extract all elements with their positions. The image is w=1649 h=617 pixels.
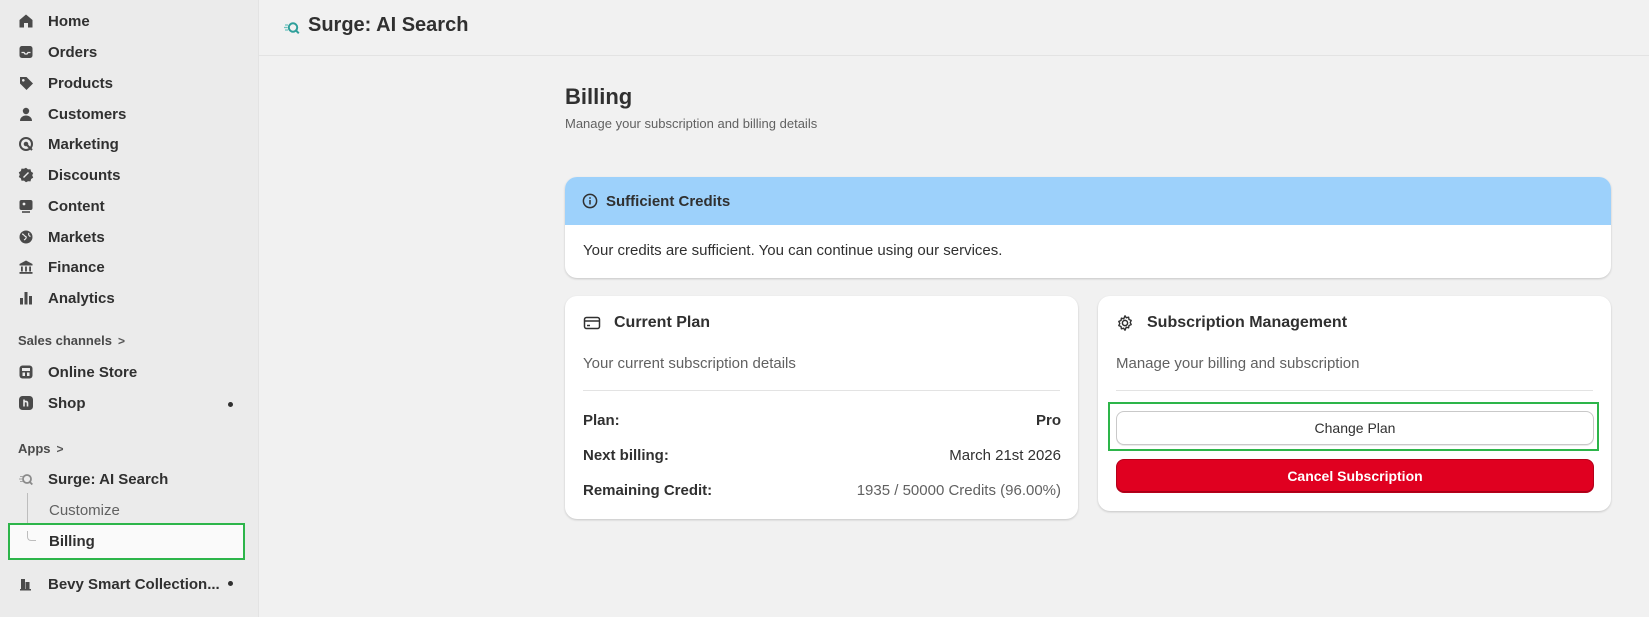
sidebar-subitem-billing[interactable]: Billing	[49, 533, 95, 550]
credit-card-icon	[583, 314, 601, 332]
bar-chart-icon	[18, 290, 34, 306]
row-value: 1935 / 50000 Credits (96.00%)	[856, 482, 1061, 499]
sidebar-item-label: Online Store	[48, 363, 138, 381]
apps-label: Apps	[18, 441, 51, 456]
globe-icon	[18, 229, 34, 245]
apps-link[interactable]: Apps >	[18, 441, 64, 456]
cancel-subscription-button[interactable]: Cancel Subscription	[1116, 459, 1594, 493]
bevy-app-icon	[18, 576, 34, 592]
shop-pin-dot	[228, 402, 233, 407]
row-label: Remaining Credit:	[583, 482, 713, 499]
sidebar-item-label: Finance	[48, 258, 105, 276]
sidebar-item-label: Orders	[48, 43, 98, 61]
sidebar-item-label: Surge: AI Search	[48, 470, 169, 488]
credits-banner: Sufficient Credits Your credits are suff…	[565, 177, 1611, 278]
shop-icon	[18, 395, 34, 411]
store-icon	[18, 364, 34, 380]
divider	[1116, 390, 1593, 391]
sales-channels-link[interactable]: Sales channels >	[18, 333, 125, 348]
sidebar-item-finance[interactable]: Finance	[18, 254, 105, 280]
sidebar-item-label: Markets	[48, 228, 105, 246]
billing-highlight	[8, 523, 245, 560]
subscription-description: Manage your billing and subscription	[1116, 355, 1360, 372]
app-header: Surge: AI Search	[259, 0, 1649, 56]
image-icon	[18, 198, 34, 214]
sidebar-item-marketing[interactable]: Marketing	[18, 131, 119, 157]
sidebar-item-label: Shop	[48, 394, 86, 412]
sidebar-item-label: Customers	[48, 105, 127, 123]
row-label: Plan:	[583, 412, 620, 429]
sidebar-item-markets[interactable]: Markets	[18, 224, 105, 250]
surge-app-icon	[18, 471, 34, 487]
sidebar: Home Orders Products Customers Marketing…	[0, 0, 259, 617]
app-title: Surge: AI Search	[308, 14, 469, 36]
remaining-credit-row: Remaining Credit: 1935 / 50000 Credits (…	[583, 482, 1061, 499]
page-subtitle: Manage your subscription and billing det…	[565, 116, 818, 131]
sidebar-item-label: Bevy Smart Collection...	[48, 575, 220, 593]
next-billing-row: Next billing: March 21st 2026	[583, 447, 1061, 464]
sidebar-subitem-customize[interactable]: Customize	[49, 502, 120, 519]
sidebar-item-discounts[interactable]: Discounts	[18, 162, 121, 188]
sidebar-item-label: Marketing	[48, 135, 119, 153]
chevron-right-icon: >	[117, 333, 125, 348]
current-plan-title-text: Current Plan	[614, 314, 711, 331]
sidebar-item-bevy[interactable]: Bevy Smart Collection...	[18, 571, 220, 597]
sidebar-item-label: Analytics	[48, 289, 115, 307]
banner-title: Sufficient Credits	[606, 192, 731, 210]
info-icon	[582, 193, 598, 209]
change-plan-button[interactable]: Change Plan	[1116, 411, 1594, 445]
sidebar-item-home[interactable]: Home	[18, 8, 90, 34]
target-icon	[18, 136, 34, 152]
sidebar-item-label: Discounts	[48, 166, 121, 184]
tag-icon	[18, 75, 34, 91]
discount-icon	[18, 167, 34, 183]
chevron-right-icon: >	[56, 441, 64, 456]
tree-line	[27, 493, 28, 523]
current-plan-card: Current Plan Your current subscription d…	[565, 296, 1078, 519]
sidebar-item-surge[interactable]: Surge: AI Search	[18, 466, 168, 492]
divider	[583, 390, 1060, 391]
sidebar-item-label: Content	[48, 197, 105, 215]
bevy-pin-dot	[228, 581, 233, 586]
subscription-card: Subscription Management Manage your bill…	[1098, 296, 1611, 511]
sidebar-item-content[interactable]: Content	[18, 193, 105, 219]
row-value: March 21st 2026	[949, 447, 1061, 464]
inbox-icon	[18, 44, 34, 60]
person-icon	[18, 106, 34, 122]
banner-message: Your credits are sufficient. You can con…	[583, 242, 1003, 259]
plan-row: Plan: Pro	[583, 412, 1061, 429]
row-value: Pro	[1035, 412, 1061, 429]
sidebar-item-shop[interactable]: Shop	[18, 390, 86, 416]
subscription-title: Subscription Management	[1116, 314, 1347, 332]
gear-icon	[1116, 314, 1134, 332]
surge-logo-icon	[283, 19, 300, 36]
home-icon	[18, 13, 34, 29]
sales-channels-label: Sales channels	[18, 333, 112, 348]
sidebar-item-label: Products	[48, 74, 114, 92]
subscription-title-text: Subscription Management	[1147, 314, 1348, 331]
sidebar-item-label: Home	[48, 12, 90, 30]
bank-icon	[18, 259, 34, 275]
tree-hook	[27, 531, 36, 541]
sidebar-item-orders[interactable]: Orders	[18, 39, 97, 65]
current-plan-title: Current Plan	[583, 314, 710, 332]
sidebar-item-analytics[interactable]: Analytics	[18, 285, 115, 311]
page-title: Billing	[565, 84, 633, 109]
sidebar-item-products[interactable]: Products	[18, 70, 113, 96]
banner-header: Sufficient Credits	[565, 177, 1611, 225]
sidebar-item-online-store[interactable]: Online Store	[18, 359, 137, 385]
current-plan-description: Your current subscription details	[583, 355, 796, 372]
row-label: Next billing:	[583, 447, 669, 464]
sidebar-item-customers[interactable]: Customers	[18, 101, 126, 127]
